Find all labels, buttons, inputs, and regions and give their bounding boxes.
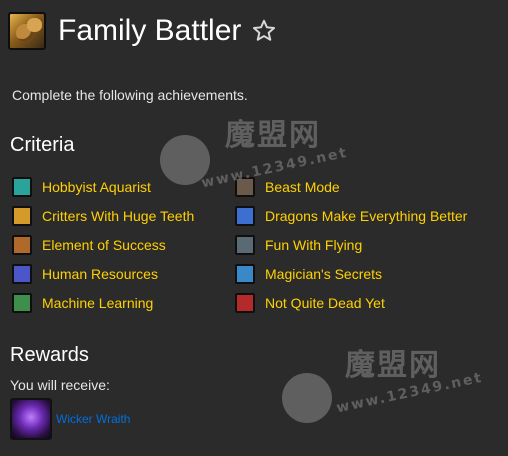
achievement-header: Family Battler (8, 12, 277, 50)
criteria-list-left: Hobbyist Aquarist Critters With Huge Tee… (12, 172, 194, 317)
criteria-item-dragons-make-everything-better[interactable]: Dragons Make Everything Better (235, 201, 467, 230)
criteria-item-critters-with-huge-teeth[interactable]: Critters With Huge Teeth (12, 201, 194, 230)
dragon-icon (235, 205, 255, 226)
achievement-icon (8, 12, 46, 50)
achievement-description: Complete the following achievements. (12, 87, 248, 103)
criteria-item-not-quite-dead-yet[interactable]: Not Quite Dead Yet (235, 288, 467, 317)
reward-item[interactable]: Wicker Wraith (10, 398, 130, 440)
rewards-heading: Rewards (10, 344, 89, 366)
fish-icon (12, 176, 32, 197)
criteria-item-fun-with-flying[interactable]: Fun With Flying (235, 230, 467, 259)
reward-item-name[interactable]: Wicker Wraith (56, 412, 130, 426)
criteria-label: Dragons Make Everything Better (265, 207, 468, 224)
criteria-item-human-resources[interactable]: Human Resources (12, 259, 194, 288)
teeth-icon (12, 205, 32, 226)
criteria-item-hobbyist-aquarist[interactable]: Hobbyist Aquarist (12, 172, 194, 201)
wing-icon (235, 234, 255, 255)
rewards-receive-label: You will receive: (10, 377, 110, 393)
pet-icon (10, 398, 52, 440)
criteria-label: Critters With Huge Teeth (42, 207, 195, 224)
humanoid-icon (12, 263, 32, 284)
criteria-label: Magician's Secrets (265, 265, 383, 282)
criteria-item-magicians-secrets[interactable]: Magician's Secrets (235, 259, 467, 288)
paw-icon (235, 176, 255, 197)
skull-icon (235, 292, 255, 313)
criteria-label: Fun With Flying (265, 236, 363, 253)
criteria-label: Machine Learning (42, 294, 154, 311)
criteria-item-machine-learning[interactable]: Machine Learning (12, 288, 194, 317)
criteria-item-element-of-success[interactable]: Element of Success (12, 230, 194, 259)
achievement-title: Family Battler (58, 14, 242, 47)
criteria-label: Not Quite Dead Yet (265, 294, 385, 311)
criteria-list-right: Beast Mode Dragons Make Everything Bette… (235, 172, 467, 317)
criteria-heading: Criteria (10, 134, 75, 156)
criteria-label: Hobbyist Aquarist (42, 178, 151, 195)
criteria-item-beast-mode[interactable]: Beast Mode (235, 172, 467, 201)
criteria-label: Beast Mode (265, 178, 340, 195)
watermark-text: 魔盟网 (225, 118, 321, 153)
magic-icon (235, 263, 255, 284)
criteria-label: Human Resources (42, 265, 158, 282)
gear-icon (12, 292, 32, 313)
criteria-label: Element of Success (42, 236, 166, 253)
watermark-text: 魔盟网 (345, 348, 441, 383)
elemental-icon (12, 234, 32, 255)
watermark-logo-icon (282, 373, 332, 423)
star-outline-icon[interactable] (251, 18, 277, 44)
watermark-url: www.12349.net (334, 369, 485, 417)
